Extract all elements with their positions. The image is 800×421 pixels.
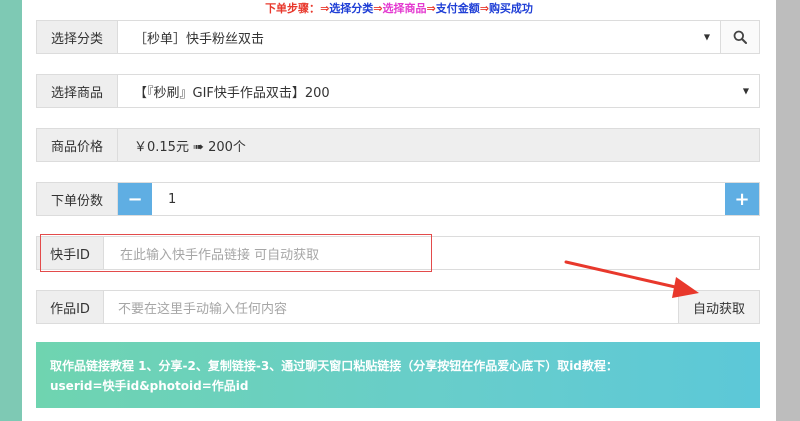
caret-down-icon: ▼ (742, 86, 749, 96)
kuaishou-id-input[interactable]: 在此输入快手作品链接 可自动获取 (104, 237, 759, 269)
decrement-button[interactable]: − (118, 183, 152, 215)
increment-button[interactable]: + (725, 183, 759, 215)
quantity-label: 下单份数 (37, 183, 118, 215)
price-value: ￥0.15元 ➠ 200个 (134, 139, 246, 155)
auto-fetch-button[interactable]: 自动获取 (678, 291, 759, 323)
quantity-value: 1 (168, 191, 177, 207)
category-label: 选择分类 (37, 21, 118, 53)
kuaishou-id-row: 快手ID 在此输入快手作品链接 可自动获取 (36, 236, 760, 270)
steps-prefix: 下单步骤： (265, 2, 321, 15)
order-steps: 下单步骤：⇒选择分类⇒选择商品⇒支付金额⇒购买成功 (22, 2, 776, 16)
step-select-category: 选择分类 (329, 2, 374, 15)
step-pay: 支付金额 (435, 2, 480, 15)
price-row: 商品价格 ￥0.15元 ➠ 200个 (36, 128, 760, 162)
order-panel: 下单步骤：⇒选择分类⇒选择商品⇒支付金额⇒购买成功 选择分类 ［秒单］快手粉丝双… (22, 0, 776, 421)
product-row: 选择商品 【『秒刷』GIF快手作品双击】200 ▼ (36, 74, 760, 108)
step-success: 购买成功 (488, 2, 533, 15)
step-select-product: 选择商品 (382, 2, 427, 15)
work-id-placeholder: 不要在这里手动输入任何内容 (118, 301, 288, 317)
work-id-label: 作品ID (37, 291, 104, 323)
price-value-field: ￥0.15元 ➠ 200个 (118, 129, 759, 161)
steps-arrow: ⇒ (320, 2, 330, 15)
quantity-row: 下单份数 − 1 + (36, 182, 760, 216)
search-button[interactable] (720, 21, 759, 53)
caret-down-icon: ▼ (703, 32, 710, 42)
product-select[interactable]: 【『秒刷』GIF快手作品双击】200 ▼ (118, 75, 759, 107)
quantity-input[interactable]: 1 (152, 183, 725, 215)
kuaishou-id-label: 快手ID (37, 237, 104, 269)
category-select[interactable]: ［秒单］快手粉丝双击 ▼ (118, 21, 720, 53)
steps-arrow: ⇒ (479, 2, 489, 15)
category-value: ［秒单］快手粉丝双击 (134, 31, 265, 47)
right-scroll-strip (776, 0, 800, 421)
work-id-row: 作品ID 不要在这里手动输入任何内容 自动获取 (36, 290, 760, 324)
category-row: 选择分类 ［秒单］快手粉丝双击 ▼ (36, 20, 760, 54)
steps-arrow: ⇒ (426, 2, 436, 15)
tutorial-banner: 取作品链接教程 1、分享-2、复制链接-3、通过聊天窗口粘贴链接（分享按钮在作品… (36, 342, 760, 408)
product-value: 【『秒刷』GIF快手作品双击】200 (134, 85, 330, 101)
tutorial-line-2: userid=快手id&photoid=作品id (50, 379, 249, 393)
price-label: 商品价格 (37, 129, 118, 161)
product-label: 选择商品 (37, 75, 118, 107)
tutorial-line-1: 取作品链接教程 1、分享-2、复制链接-3、通过聊天窗口粘贴链接（分享按钮在作品… (50, 359, 618, 373)
work-id-input[interactable]: 不要在这里手动输入任何内容 (104, 291, 678, 323)
search-icon (733, 30, 747, 44)
kuaishou-id-placeholder: 在此输入快手作品链接 可自动获取 (120, 247, 320, 263)
steps-arrow: ⇒ (373, 2, 383, 15)
